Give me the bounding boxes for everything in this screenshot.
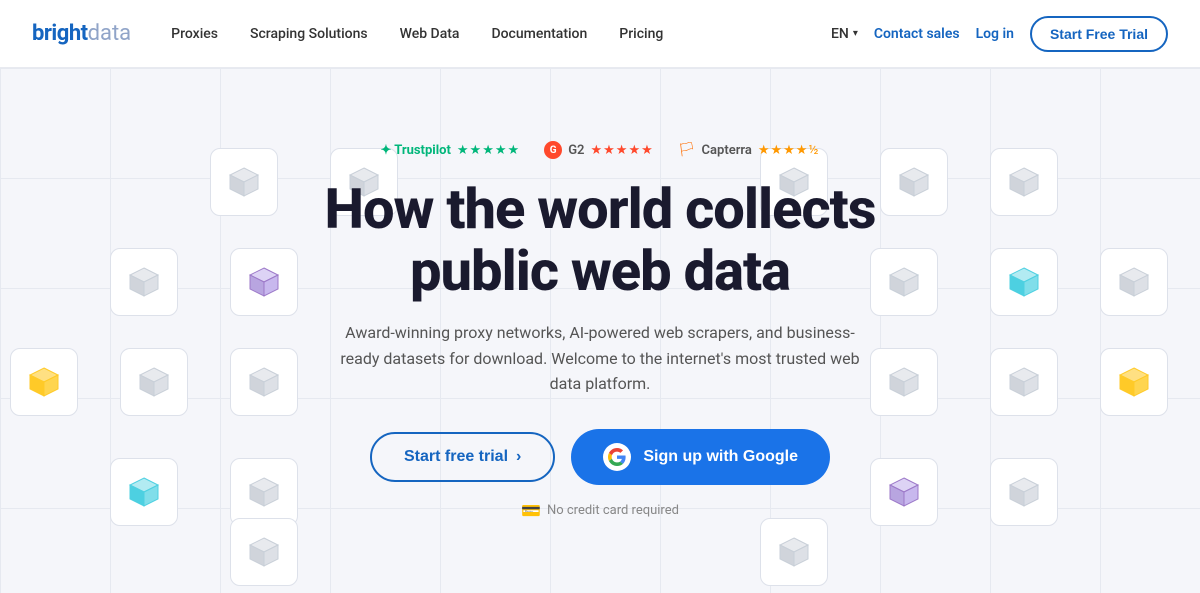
- logo[interactable]: bright data: [32, 21, 131, 46]
- cube-card-c18: [230, 458, 298, 526]
- logo-bright: bright: [32, 21, 88, 46]
- cube-card-c4: [880, 148, 948, 216]
- cube-card-c10: [1100, 248, 1168, 316]
- cube-card-c5: [990, 148, 1058, 216]
- capterra-label: Capterra: [702, 143, 752, 158]
- cube-card-c16: [1100, 348, 1168, 416]
- ratings-row: ✦ Trustpilot ★★★★★ G G2 ★★★★★ 🏳 Capterra…: [380, 141, 819, 159]
- no-credit-card-notice: 💳 No credit card required: [521, 501, 679, 520]
- capterra-icon: 🏳: [678, 142, 696, 158]
- capterra-rating: 🏳 Capterra ★★★★½: [678, 142, 820, 158]
- cube-card-c17: [110, 458, 178, 526]
- nav-pricing[interactable]: Pricing: [619, 26, 663, 42]
- start-free-trial-button[interactable]: Start Free Trial: [1030, 16, 1168, 52]
- cube-card-c14: [870, 348, 938, 416]
- card-icon: 💳: [521, 501, 541, 520]
- hero-section: ✦ Trustpilot ★★★★★ G G2 ★★★★★ 🏳 Capterra…: [0, 68, 1200, 593]
- logo-data: data: [88, 21, 132, 46]
- nav-web-data[interactable]: Web Data: [400, 26, 460, 42]
- g2-icon: G: [544, 141, 562, 159]
- nav-documentation[interactable]: Documentation: [491, 26, 587, 42]
- g2-rating: G G2 ★★★★★: [544, 141, 654, 159]
- hero-title: How the world collects public web data: [325, 179, 876, 302]
- nav-links: Proxies Scraping Solutions Web Data Docu…: [171, 26, 831, 42]
- chevron-down-icon: ▾: [853, 28, 858, 39]
- cube-card-c6: [110, 248, 178, 316]
- trustpilot-stars: ★★★★★: [457, 143, 520, 158]
- sign-up-google-button[interactable]: Sign up with Google: [571, 429, 830, 485]
- chevron-right-icon: ›: [516, 448, 521, 466]
- cube-card-c8: [870, 248, 938, 316]
- contact-sales-link[interactable]: Contact sales: [874, 26, 960, 42]
- hero-content: ✦ Trustpilot ★★★★★ G G2 ★★★★★ 🏳 Capterra…: [325, 141, 876, 520]
- trustpilot-rating: ✦ Trustpilot ★★★★★: [380, 143, 520, 158]
- cube-card-c12: [120, 348, 188, 416]
- cube-card-c11: [10, 348, 78, 416]
- language-selector[interactable]: EN ▾: [831, 26, 858, 42]
- cube-card-c20: [990, 458, 1058, 526]
- g2-label: G2: [568, 143, 584, 158]
- cube-card-c13: [230, 348, 298, 416]
- cube-card-c22: [760, 518, 828, 586]
- cta-row: Start free trial › Sign up with Google: [370, 429, 830, 485]
- trustpilot-logo: ✦ Trustpilot: [380, 143, 450, 158]
- nav-proxies[interactable]: Proxies: [171, 26, 218, 42]
- nav-scraping-solutions[interactable]: Scraping Solutions: [250, 26, 368, 42]
- cube-card-c21: [230, 518, 298, 586]
- cube-card-c19: [870, 458, 938, 526]
- hero-subtitle: Award-winning proxy networks, AI-powered…: [330, 320, 870, 397]
- navigation: bright data Proxies Scraping Solutions W…: [0, 0, 1200, 68]
- cube-card-c9: [990, 248, 1058, 316]
- cube-card-c1: [210, 148, 278, 216]
- g2-stars: ★★★★★: [590, 143, 653, 158]
- login-link[interactable]: Log in: [976, 26, 1014, 42]
- capterra-stars: ★★★★½: [758, 143, 820, 158]
- google-icon: [603, 443, 631, 471]
- cube-card-c7: [230, 248, 298, 316]
- cube-card-c15: [990, 348, 1058, 416]
- start-free-trial-cta[interactable]: Start free trial ›: [370, 432, 555, 482]
- nav-right: EN ▾ Contact sales Log in Start Free Tri…: [831, 16, 1168, 52]
